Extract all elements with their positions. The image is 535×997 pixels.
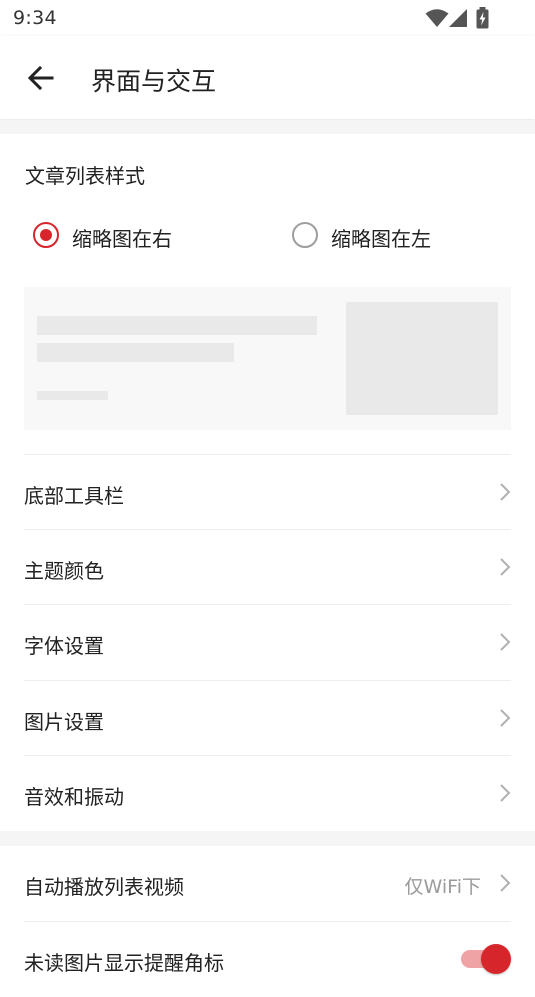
chevron-right-icon (500, 633, 511, 651)
section-divider (0, 831, 535, 846)
settings-row-sound-vibration[interactable]: 音效和振动 (24, 755, 511, 831)
settings-row-autoplay-video[interactable]: 自动播放列表视频 仅WiFi下 (24, 846, 511, 921)
radio-selected-icon (33, 222, 59, 248)
radio-unselected-icon (292, 222, 318, 248)
battery-charging-icon (476, 7, 489, 29)
back-button[interactable] (24, 62, 58, 94)
chevron-right-icon (500, 874, 511, 892)
section-divider (0, 120, 535, 134)
preview-meta-line (37, 391, 108, 400)
layout-preview-card (24, 287, 511, 430)
settings-row-image[interactable]: 图片设置 (24, 680, 511, 756)
settings-row-unread-image-badge[interactable]: 未读图片显示提醒角标 (24, 921, 511, 997)
row-label: 底部工具栏 (24, 484, 124, 508)
row-value: 仅WiFi下 (404, 876, 481, 898)
status-time: 9:34 (13, 7, 57, 29)
chevron-right-icon (500, 709, 511, 727)
preview-thumbnail (346, 302, 498, 415)
wifi-icon (425, 9, 449, 27)
row-label: 图片设置 (24, 710, 104, 734)
settings-row-font[interactable]: 字体设置 (24, 604, 511, 680)
status-icons (425, 7, 495, 29)
row-label: 字体设置 (24, 634, 104, 658)
status-bar: 9:34 (0, 0, 535, 36)
toolbar: 界面与交互 (0, 36, 535, 119)
chevron-right-icon (500, 784, 511, 802)
signal-icon (449, 9, 467, 27)
row-label: 主题颜色 (24, 559, 104, 583)
preview-title-line-2 (37, 343, 234, 362)
preview-title-line-1 (37, 316, 317, 335)
arrow-left-icon (27, 65, 54, 91)
toggle-thumb (481, 944, 511, 974)
row-label: 未读图片显示提醒角标 (24, 951, 224, 975)
settings-row-theme-color[interactable]: 主题颜色 (24, 529, 511, 605)
chevron-right-icon (500, 483, 511, 501)
row-label: 音效和振动 (24, 785, 124, 809)
settings-row-bottom-toolbar[interactable]: 底部工具栏 (24, 454, 511, 530)
row-label: 自动播放列表视频 (24, 875, 184, 899)
radio-label: 缩略图在右 (72, 227, 172, 251)
chevron-right-icon (500, 558, 511, 576)
radio-label: 缩略图在左 (331, 227, 431, 251)
page-title: 界面与交互 (91, 67, 217, 96)
unread-badge-toggle[interactable] (461, 944, 511, 974)
article-list-style-label: 文章列表样式 (25, 164, 145, 188)
